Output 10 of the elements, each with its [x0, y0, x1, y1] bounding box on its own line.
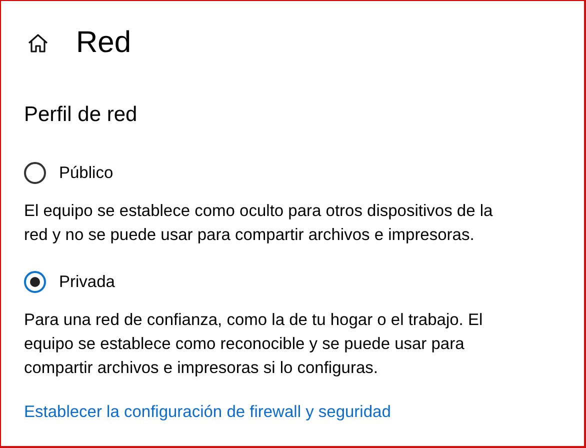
option-description: El equipo se establece como oculto para otros dispositivos de la red y no se puede usar para compartir archivos e impresoras. — [24, 201, 494, 246]
section-heading: Perfil de red — [24, 103, 138, 128]
radio-button[interactable] — [24, 162, 46, 184]
page-title: Red — [76, 26, 132, 60]
radio-button[interactable] — [24, 271, 46, 293]
radio-label[interactable]: Privada — [59, 272, 115, 292]
option-description: Para una red de confianza, como la de tu hogar o el trabajo. El equipo se establece como reconocible y se puede usar para compartir archivos e impresoras si lo configuras. — [24, 310, 484, 379]
firewall-settings-link[interactable]: Establecer la configuración de firewall y seguridad — [24, 403, 391, 422]
home-icon[interactable] — [27, 33, 49, 53]
radio-label[interactable]: Público — [59, 164, 114, 182]
